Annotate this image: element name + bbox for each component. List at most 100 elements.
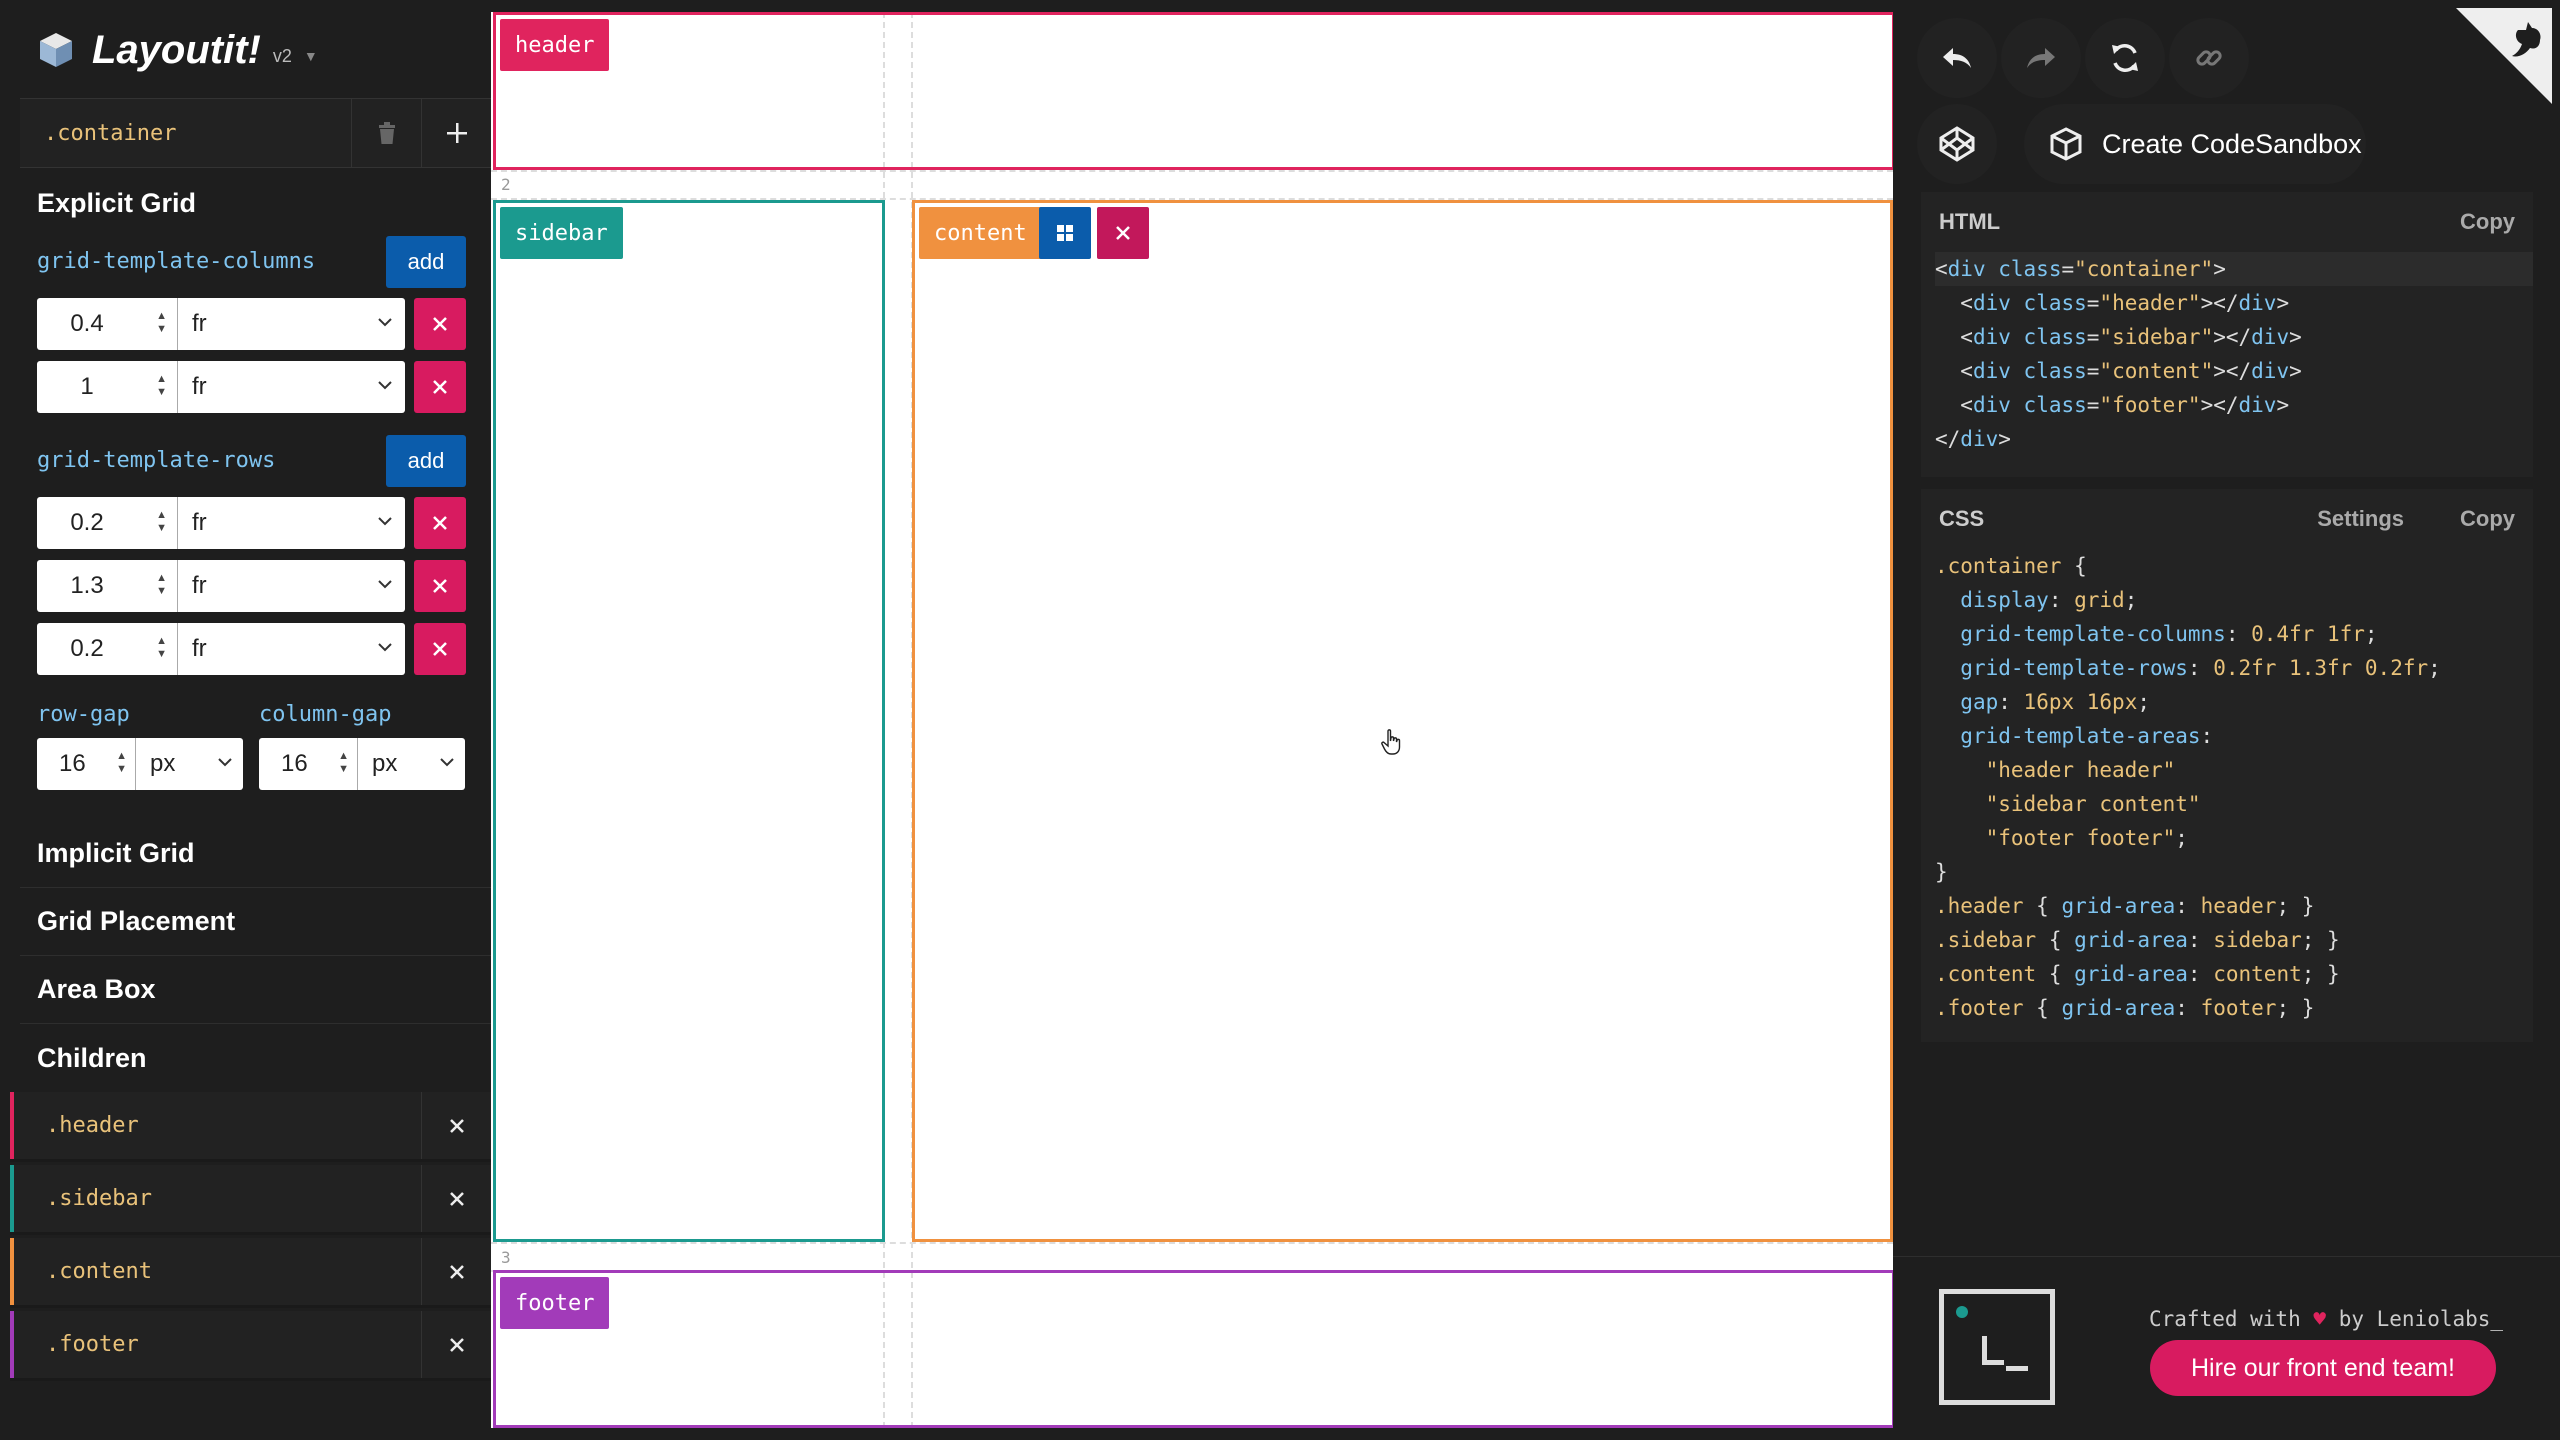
chevron-down-icon[interactable]: ▼ <box>304 48 318 64</box>
column-gap-unit-select[interactable]: px <box>357 738 465 790</box>
right-panel: Create CodeSandbox HTML Copy <div class=… <box>1893 0 2560 1440</box>
codepen-button[interactable] <box>1917 104 1997 184</box>
chevron-down-icon <box>218 758 232 767</box>
area-tag-content[interactable]: content <box>919 207 1042 259</box>
grid-subgrid-button[interactable] <box>1039 207 1091 259</box>
container-name[interactable]: .container <box>20 99 351 167</box>
copy-html-button[interactable]: Copy <box>2460 209 2515 235</box>
column-2-value-input[interactable]: 1 ▲ ▼ <box>37 361 177 413</box>
html-title: HTML <box>1939 209 2001 234</box>
create-codesandbox-button[interactable]: Create CodeSandbox <box>2024 104 2366 184</box>
css-settings-button[interactable]: Settings <box>2317 506 2404 532</box>
child-name[interactable]: .sidebar <box>10 1165 421 1232</box>
reset-button[interactable] <box>2085 18 2165 98</box>
chevron-down-icon <box>440 758 454 767</box>
spinner-icon[interactable]: ▲ ▼ <box>156 509 167 535</box>
remove-child-button[interactable] <box>421 1238 491 1305</box>
share-link-button[interactable] <box>2169 18 2249 98</box>
remove-row-2-button[interactable] <box>414 560 466 612</box>
spinner-icon[interactable]: ▲ ▼ <box>156 310 167 336</box>
area-footer[interactable]: footer <box>493 1270 1895 1428</box>
spinner-icon[interactable]: ▲ ▼ <box>338 750 349 776</box>
column-row-2: 1 ▲ ▼ fr <box>37 361 466 413</box>
hire-team-button[interactable]: Hire our front end team! <box>2150 1340 2496 1396</box>
redo-button[interactable] <box>2001 18 2081 98</box>
close-icon <box>449 1264 464 1279</box>
logo-bar <box>2006 1366 2028 1371</box>
row-3-value-input[interactable]: 0.2 ▲ ▼ <box>37 623 177 675</box>
html-panel: HTML Copy <div class="container"> <div c… <box>1921 192 2533 477</box>
close-icon <box>433 380 447 394</box>
remove-column-1-button[interactable] <box>414 298 466 350</box>
column-1-value-input[interactable]: 0.4 ▲ ▼ <box>37 298 177 350</box>
area-tag-footer[interactable]: footer <box>500 1277 610 1329</box>
add-row-button[interactable]: add <box>386 435 466 487</box>
copy-css-button[interactable]: Copy <box>2460 506 2515 532</box>
dot-icon <box>1956 1306 1968 1318</box>
add-column-button[interactable]: add <box>386 236 466 288</box>
plus-icon <box>446 123 467 143</box>
remove-child-button[interactable] <box>421 1092 491 1159</box>
area-sidebar[interactable]: sidebar <box>493 200 885 1242</box>
app-root: Layoutit! v2 ▼ .container Explicit Grid <box>0 0 2560 1440</box>
section-area-box[interactable]: Area Box <box>20 956 491 1024</box>
row-1-value-input[interactable]: 0.2 ▲ ▼ <box>37 497 177 549</box>
row-2-unit-select[interactable]: fr <box>177 560 405 612</box>
row-gap-unit-select[interactable]: px <box>135 738 243 790</box>
spinner-icon[interactable]: ▲ ▼ <box>156 373 167 399</box>
codepen-icon <box>1939 126 1975 162</box>
leniolabs-logo[interactable] <box>1939 1289 2055 1405</box>
row-3-unit-select[interactable]: fr <box>177 623 405 675</box>
logo[interactable]: Layoutit! v2 ▼ <box>36 22 318 78</box>
remove-child-button[interactable] <box>421 1165 491 1232</box>
remove-row-1-button[interactable] <box>414 497 466 549</box>
close-icon <box>433 317 447 331</box>
close-icon <box>433 579 447 593</box>
child-name[interactable]: .footer <box>10 1311 421 1378</box>
css-code[interactable]: .container { display: grid; grid-templat… <box>1921 549 2533 1025</box>
row-1-unit-select[interactable]: fr <box>177 497 405 549</box>
row-gridline <box>491 170 1893 172</box>
spinner-icon[interactable]: ▲ ▼ <box>156 635 167 661</box>
remove-area-button[interactable] <box>1097 207 1149 259</box>
remove-row-3-button[interactable] <box>414 623 466 675</box>
add-container-button[interactable] <box>421 99 491 167</box>
column-gap-input[interactable]: 16 ▲ ▼ <box>259 738 357 790</box>
child-row-footer: .footer <box>10 1311 491 1381</box>
section-implicit-grid[interactable]: Implicit Grid <box>20 820 491 888</box>
html-code[interactable]: <div class="container"> <div class="head… <box>1921 252 2533 456</box>
child-name[interactable]: .content <box>10 1238 421 1305</box>
column-1-unit-select[interactable]: fr <box>177 298 405 350</box>
area-tag-header[interactable]: header <box>500 19 610 71</box>
spinner-icon[interactable]: ▲ ▼ <box>156 572 167 598</box>
spinner-icon[interactable]: ▲ ▼ <box>116 750 127 776</box>
area-content[interactable]: content <box>912 200 1893 1242</box>
crafted-text: Crafted with ♥ by Leniolabs_ <box>2149 1307 2504 1331</box>
undo-button[interactable] <box>1917 18 1997 98</box>
trash-icon <box>378 122 395 144</box>
section-children[interactable]: Children <box>20 1024 491 1092</box>
row-2-value-input[interactable]: 1.3 ▲ ▼ <box>37 560 177 612</box>
child-row-header: .header <box>10 1092 491 1162</box>
github-corner-icon[interactable] <box>2456 8 2552 104</box>
remove-column-2-button[interactable] <box>414 361 466 413</box>
heart-icon: ♥ <box>2313 1307 2327 1331</box>
row-gap-control: 16 ▲ ▼ px <box>37 738 243 790</box>
section-grid-placement[interactable]: Grid Placement <box>20 888 491 956</box>
child-name[interactable]: .header <box>10 1092 421 1159</box>
row-row-1: 0.2 ▲ ▼ fr <box>37 497 466 549</box>
row-gap-input[interactable]: 16 ▲ ▼ <box>37 738 135 790</box>
explicit-grid-title[interactable]: Explicit Grid <box>37 188 196 219</box>
remove-child-button[interactable] <box>421 1311 491 1378</box>
columns-label: grid-template-columns <box>37 249 316 274</box>
delete-container-button[interactable] <box>351 99 421 167</box>
logo-bar <box>1982 1360 2004 1365</box>
hand-cursor-icon <box>1381 729 1401 755</box>
area-header[interactable]: header <box>493 12 1895 170</box>
close-icon <box>433 642 447 656</box>
grid-canvas[interactable]: 2 3 header sidebar content footer <box>491 12 1895 1428</box>
row-gridline <box>491 1242 1893 1244</box>
area-tag-sidebar[interactable]: sidebar <box>500 207 623 259</box>
close-icon <box>433 516 447 530</box>
column-2-unit-select[interactable]: fr <box>177 361 405 413</box>
